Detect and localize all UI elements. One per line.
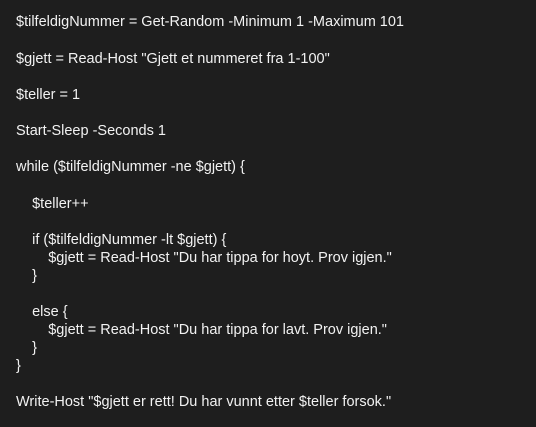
- code-line-11[interactable]: $gjett = Read-Host "Du har tippa for lav…: [16, 321, 387, 339]
- code-editor[interactable]: $tilfeldigNummer = Get-Random -Minimum 1…: [0, 0, 536, 427]
- code-line-2[interactable]: $gjett = Read-Host "Gjett et nummeret fr…: [16, 50, 330, 68]
- code-line-7[interactable]: if ($tilfeldigNummer -lt $gjett) {: [16, 231, 226, 249]
- code-line-4[interactable]: Start-Sleep -Seconds 1: [16, 122, 166, 140]
- code-line-6[interactable]: $teller++: [16, 195, 88, 213]
- code-line-1[interactable]: $tilfeldigNummer = Get-Random -Minimum 1…: [16, 13, 404, 31]
- code-line-3[interactable]: $teller = 1: [16, 86, 80, 104]
- code-line-9[interactable]: }: [16, 267, 37, 285]
- code-line-5[interactable]: while ($tilfeldigNummer -ne $gjett) {: [16, 158, 245, 176]
- code-line-8[interactable]: $gjett = Read-Host "Du har tippa for hoy…: [16, 249, 392, 267]
- code-line-12[interactable]: }: [16, 339, 37, 357]
- code-line-14[interactable]: Write-Host "$gjett er rett! Du har vunnt…: [16, 393, 391, 411]
- code-line-10[interactable]: else {: [16, 303, 67, 321]
- code-line-13[interactable]: }: [16, 357, 21, 375]
